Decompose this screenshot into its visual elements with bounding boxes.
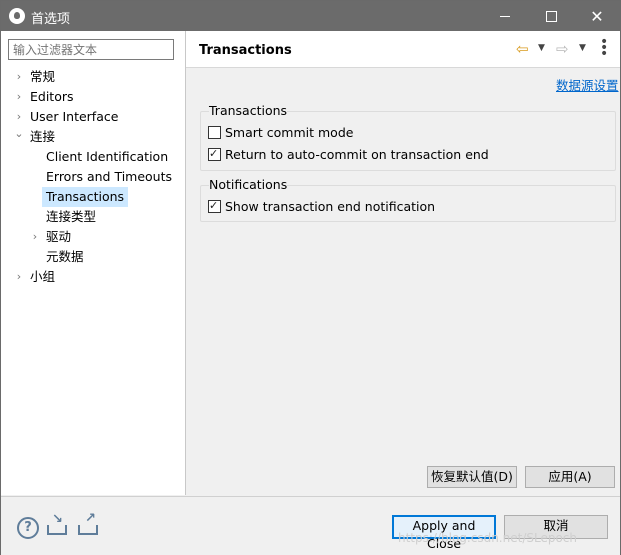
tree-item-label: 连接 <box>30 129 56 144</box>
dialog-footer: ? ↘ ↗ Apply and Close 取消 <box>1 496 620 555</box>
smart-commit-checkbox[interactable]: Smart commit mode <box>208 124 353 142</box>
app-logo-icon <box>9 8 25 24</box>
close-button[interactable]: ✕ <box>574 1 620 31</box>
export-arrow-shape: ↗ <box>85 511 96 526</box>
tree-item-label: Transactions <box>42 187 129 207</box>
tree-item-label: User Interface <box>30 109 119 124</box>
window-title: 首选项 <box>31 12 71 27</box>
view-menu-icon[interactable]: • • • <box>600 35 608 61</box>
forward-arrow-icon[interactable]: ⇨ <box>556 40 569 58</box>
auto-commit-checkbox[interactable]: Return to auto-commit on transaction end <box>208 145 489 164</box>
preference-page: Transactions ⇦ ▼ ⇨ ▼ • • • 数据源设置 Transacti… <box>186 31 620 495</box>
checkbox-unchecked-icon[interactable] <box>208 126 221 139</box>
import-icon[interactable]: ↘ <box>47 512 69 535</box>
checkbox-checked-icon[interactable] <box>208 145 221 163</box>
help-icon[interactable]: ? <box>17 517 39 539</box>
import-arrow-shape: ↘ <box>52 512 63 527</box>
page-title: Transactions <box>199 43 292 58</box>
tree-item-label: 连接类型 <box>46 209 97 224</box>
show-notification-checkbox[interactable]: Show transaction end notification <box>208 197 436 216</box>
chevron-down-icon[interactable]: ▼ <box>579 43 586 53</box>
page-header: Transactions ⇦ ▼ ⇨ ▼ • • • <box>186 31 620 68</box>
chevron-down-icon[interactable]: ⌄ <box>13 124 25 144</box>
chevron-right-icon[interactable]: › <box>13 67 25 87</box>
tree-item-label: 小组 <box>30 269 56 284</box>
checkbox-label: Show transaction end notification <box>225 199 436 214</box>
preferences-window: 首选项 ✕ › 常规 › Editors › User Interface ⌄ … <box>0 0 621 555</box>
export-icon[interactable]: ↗ <box>78 511 100 535</box>
watermark-text: https://blog.csdn.net/SLepoch <box>398 531 577 545</box>
datasource-settings-link[interactable]: 数据源设置 <box>556 75 619 94</box>
tree-item-label: 常规 <box>30 69 56 84</box>
group-title: Transactions <box>209 103 288 118</box>
restore-defaults-button[interactable]: 恢复默认值(D) <box>427 466 517 488</box>
title-bar[interactable]: 首选项 ✕ <box>1 1 620 31</box>
left-panel: › 常规 › Editors › User Interface ⌄ 连接 Cli… <box>1 31 186 495</box>
filter-input[interactable] <box>8 39 174 60</box>
chevron-right-icon[interactable]: › <box>13 87 25 107</box>
transactions-group: Transactions Smart commit mode Return to… <box>200 103 616 171</box>
checkbox-label: Smart commit mode <box>225 125 354 140</box>
checkbox-label: Return to auto-commit on transaction end <box>225 147 489 162</box>
back-arrow-icon[interactable]: ⇦ <box>516 40 529 58</box>
checkbox-checked-icon[interactable] <box>208 197 221 215</box>
chevron-down-icon[interactable]: ▼ <box>538 43 545 53</box>
tree-item-label: Errors and Timeouts <box>46 169 173 184</box>
notifications-group: Notifications Show transaction end notif… <box>200 177 616 222</box>
tree-item-label: 元数据 <box>46 249 84 264</box>
apply-button[interactable]: 应用(A) <box>525 466 615 488</box>
tree-item-label: Editors <box>30 89 74 104</box>
chevron-right-icon[interactable]: › <box>29 227 41 247</box>
export-tray-shape <box>78 525 98 535</box>
tree-item-label: Client Identification <box>46 149 169 164</box>
minimize-button[interactable] <box>482 1 528 31</box>
tree-item-label: 驱动 <box>46 229 72 244</box>
close-icon: ✕ <box>590 6 604 26</box>
chevron-right-icon[interactable]: › <box>13 267 25 287</box>
maximize-button[interactable] <box>528 1 574 31</box>
group-title: Notifications <box>209 177 288 192</box>
